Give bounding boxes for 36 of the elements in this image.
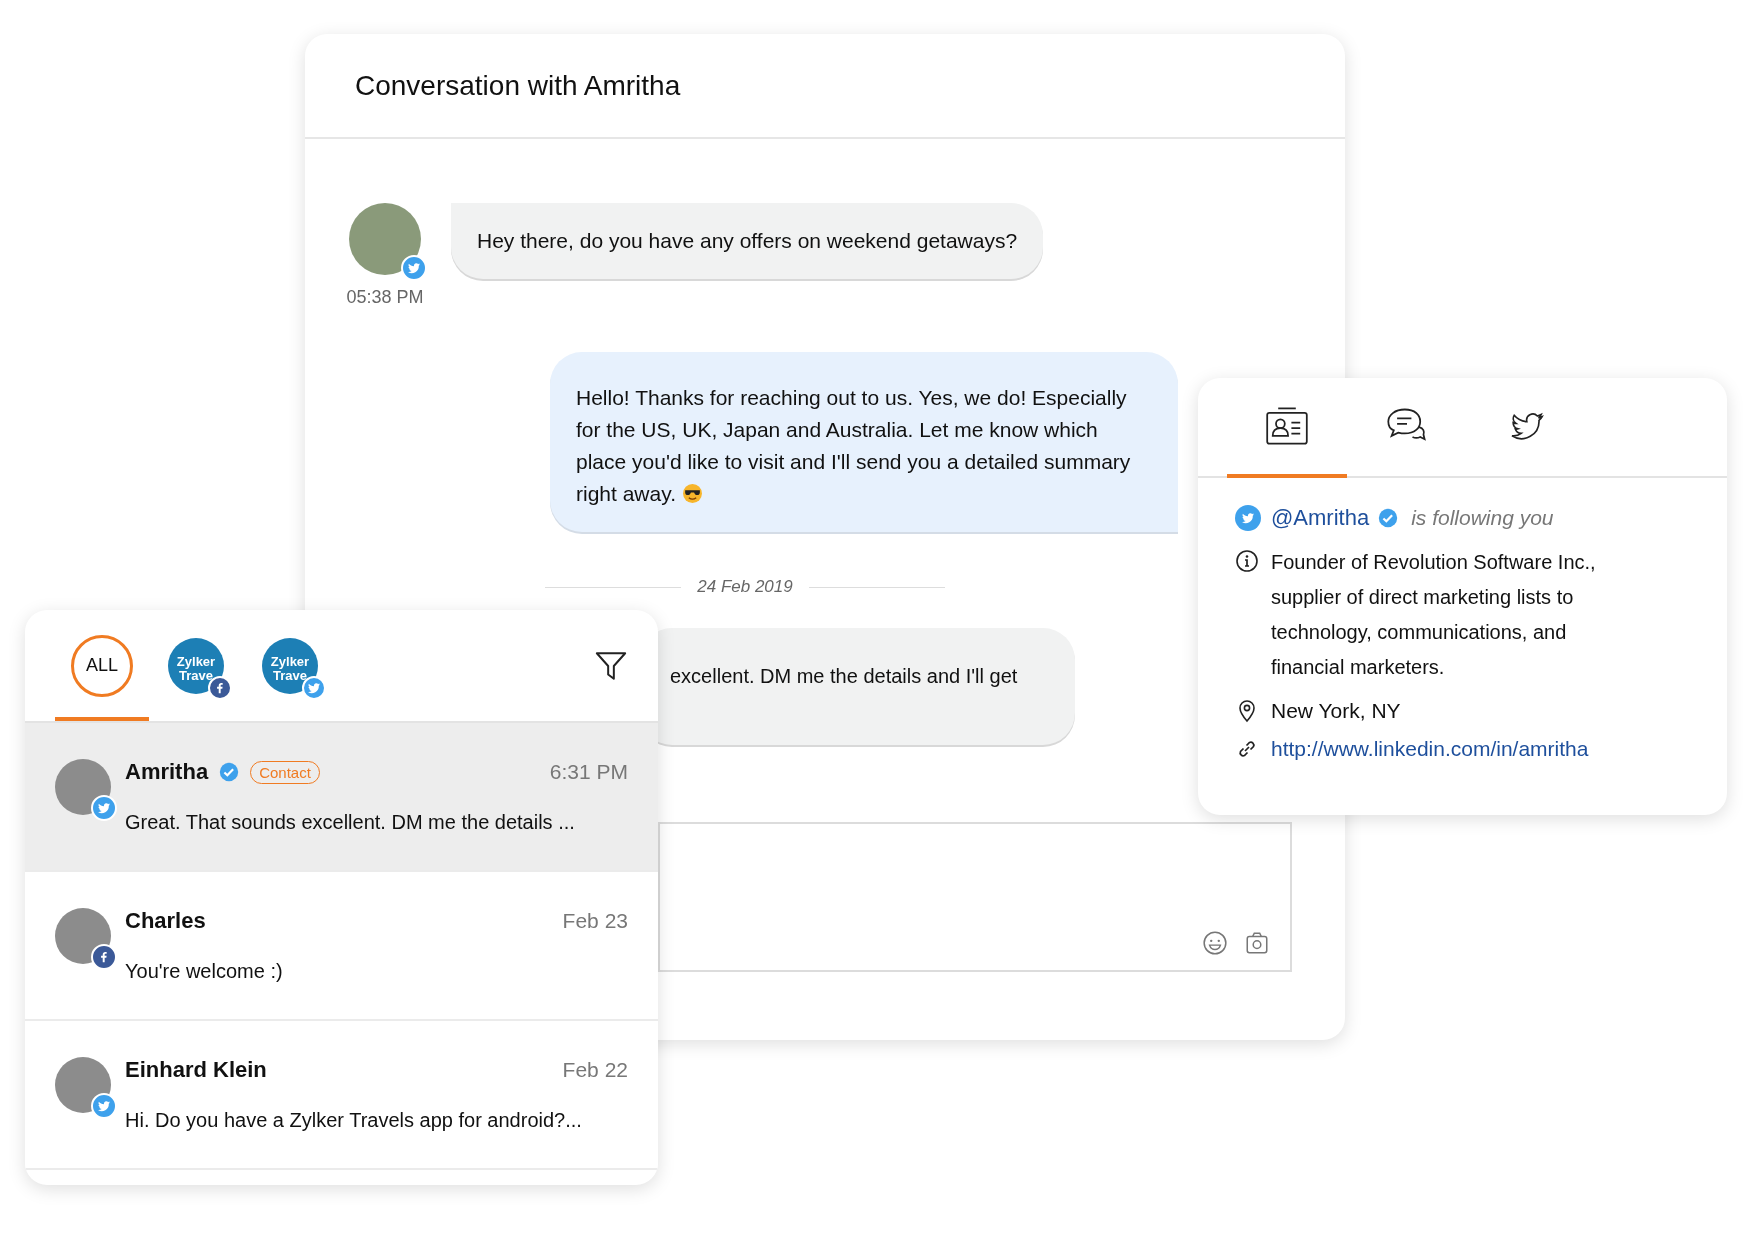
- message-preview: You're welcome :): [125, 960, 284, 983]
- profile-url-link[interactable]: http://www.linkedin.com/in/amritha: [1271, 737, 1589, 761]
- emoji-icon[interactable]: [1202, 930, 1228, 956]
- network-badge-icon: [91, 795, 117, 821]
- conversation-title: Conversation with Amritha: [355, 69, 681, 102]
- channel-tab[interactable]: Zylker Trave: [149, 610, 243, 721]
- contact-name: Charles: [125, 908, 206, 934]
- network-badge-icon: [91, 1093, 117, 1119]
- channel-tab[interactable]: Zylker Trave: [243, 610, 337, 721]
- camera-icon[interactable]: [1244, 930, 1270, 956]
- network-badge-icon: [401, 255, 427, 281]
- message-preview: Hi. Do you have a Zylker Travels app for android?...: [125, 1109, 583, 1132]
- conversation-list-item[interactable]: Amritha Contact 6:31 PM Great. That sounds excellent. DM me the details ...: [25, 723, 658, 872]
- info-icon: [1235, 549, 1259, 573]
- follow-status: is following you: [1411, 506, 1554, 530]
- profile-location: New York, NY: [1271, 699, 1401, 723]
- thread-time: Feb 22: [562, 1058, 628, 1082]
- brand-logo: Zylker Trave: [168, 637, 224, 694]
- profile-bio: Founder of Revolution Software Inc., supplier of direct marketing lists to technology, communications, and financial marketers.: [1271, 550, 1597, 680]
- twitter-icon: [1235, 505, 1261, 531]
- date-separator: 24 Feb 2019: [697, 577, 793, 597]
- network-badge-icon: [91, 944, 117, 970]
- message-bubble: Hey there, do you have any offers on weekend getaways?: [451, 203, 1044, 279]
- conversation-list-item[interactable]: Einhard Klein Feb 22 Hi. Do you have a Zylker Travels app for android?...: [25, 1021, 658, 1170]
- conversation-list-item[interactable]: Charles Feb 23 You're welcome :): [25, 872, 658, 1021]
- profile-handle-link[interactable]: @Amritha: [1271, 505, 1370, 531]
- thread-time: 6:31 PM: [549, 760, 628, 784]
- message-time: 05:38 PM: [346, 287, 424, 308]
- thread-time: Feb 23: [562, 909, 628, 933]
- reply-input-field[interactable]: [658, 822, 1292, 972]
- contact-card-icon: [1265, 406, 1309, 446]
- brand-logo: Zylker Trave: [262, 637, 318, 694]
- message-preview: Great. That sounds excellent. DM me the details ...: [125, 811, 576, 834]
- contact-name: Amritha: [125, 759, 209, 785]
- message-bubble: Hello! Thanks for reaching out to us. Yes, we do! Especially for the US, UK, Japan and Australia. Let me know which place you'd like to visit and I'll send you a detailed summary right away.: [550, 352, 1178, 532]
- contact-name: Einhard Klein: [125, 1057, 267, 1083]
